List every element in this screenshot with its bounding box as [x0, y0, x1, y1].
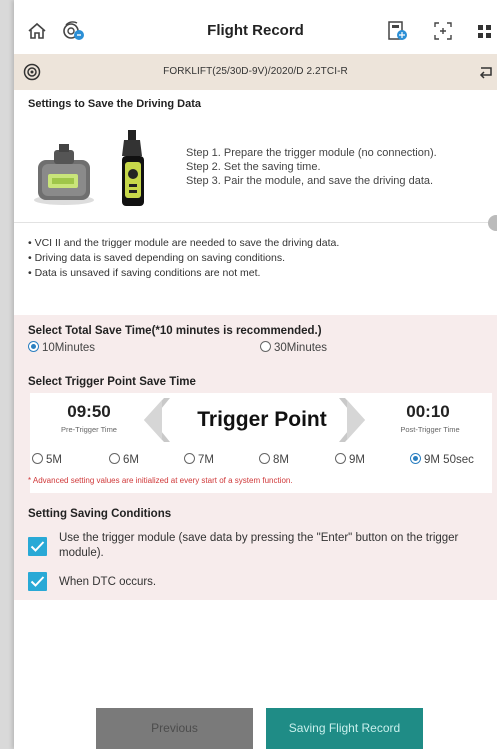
radio-label: 10Minutes: [42, 342, 96, 354]
vci-device-illustration: [28, 140, 98, 210]
total-save-time-title: Select Total Save Time(*10 minutes is re…: [28, 325, 322, 337]
header: Flight Record: [14, 0, 497, 54]
radio-label: 8M: [273, 454, 289, 466]
radio-label: 9M: [349, 454, 365, 466]
bullet-item: • VCI II and the trigger module are need…: [28, 237, 340, 249]
bullet-item: • Data is unsaved if saving conditions a…: [28, 267, 261, 279]
radio-10-minutes[interactable]: 10Minutes: [28, 341, 95, 354]
step-item: Step 2. Set the saving time.: [186, 161, 321, 173]
radio-unselected-icon: [109, 453, 120, 464]
checkbox-label: Use the trigger module (save data by pre…: [59, 532, 459, 559]
steps-list: Step 1. Prepare the trigger module (no c…: [186, 146, 437, 188]
pre-trigger-label: Pre-Trigger Time: [61, 425, 117, 434]
settings-section-title: Settings to Save the Driving Data: [28, 98, 201, 110]
app-frame: Flight Record FORKLIFT(25/30D-9V)/2020/D…: [14, 0, 497, 749]
radio-9m[interactable]: 9M: [335, 453, 365, 466]
pre-trigger-time: 09:50: [67, 402, 111, 421]
info-bullets: • VCI II and the trigger module are need…: [28, 236, 339, 281]
checkmark-icon: [30, 541, 45, 552]
radio-label: 5M: [46, 454, 62, 466]
radio-5m[interactable]: 5M: [32, 453, 62, 466]
radio-selected-icon: [28, 341, 39, 352]
advanced-settings-note: * Advanced setting values are initialize…: [28, 476, 293, 485]
post-trigger-label: Post-Trigger Time: [400, 425, 460, 434]
checkbox-label: When DTC occurs.: [59, 576, 157, 588]
radio-unselected-icon: [184, 453, 195, 464]
trigger-module-illustration: [118, 130, 148, 212]
radio-label: 7M: [198, 454, 214, 466]
checkbox-trigger-module[interactable]: [28, 537, 47, 556]
bullet-item: • Driving data is saved depending on sav…: [28, 252, 286, 264]
radio-label: 6M: [123, 454, 139, 466]
radio-unselected-icon: [259, 453, 270, 464]
radio-label: 9M 50sec: [424, 454, 474, 466]
radio-8m[interactable]: 8M: [259, 453, 289, 466]
post-trigger-time: 00:10: [406, 402, 450, 421]
radio-30-minutes[interactable]: 30Minutes: [260, 341, 327, 354]
previous-button[interactable]: Previous: [96, 708, 253, 749]
chevron-right-icon[interactable]: [339, 398, 369, 447]
checkmark-icon: [30, 576, 45, 587]
radio-label: 30Minutes: [274, 342, 328, 354]
radio-selected-icon: [410, 453, 421, 464]
radio-9m-50sec[interactable]: 9M 50sec: [410, 453, 474, 466]
battery-vci-icon[interactable]: [386, 20, 408, 42]
vehicle-name: FORKLIFT(25/30D-9V)/2020/D 2.2TCI-R: [163, 66, 348, 77]
vehicle-info-bar: FORKLIFT(25/30D-9V)/2020/D 2.2TCI-R: [14, 54, 497, 90]
radio-6m[interactable]: 6M: [109, 453, 139, 466]
radio-unselected-icon: [32, 453, 43, 464]
save-flight-record-button[interactable]: Saving Flight Record: [266, 708, 423, 749]
trigger-point-label: Trigger Point: [197, 408, 327, 431]
saving-conditions-title: Setting Saving Conditions: [28, 508, 172, 520]
step-item: Step 3. Pair the module, and save the dr…: [186, 175, 434, 187]
screen-capture-icon[interactable]: [432, 20, 454, 42]
scroll-handle[interactable]: [488, 215, 497, 231]
radio-7m[interactable]: 7M: [184, 453, 214, 466]
apps-grid-icon[interactable]: [474, 20, 496, 42]
radio-unselected-icon: [335, 453, 346, 464]
return-icon[interactable]: [477, 63, 495, 86]
radio-unselected-icon: [260, 341, 271, 352]
checkbox-dtc-occurs[interactable]: [28, 572, 47, 591]
page-title: Flight Record: [207, 22, 304, 39]
trigger-point-title: Select Trigger Point Save Time: [28, 376, 196, 388]
divider: [14, 222, 497, 223]
step-item: Step 1. Prepare the trigger module (no c…: [186, 147, 437, 159]
